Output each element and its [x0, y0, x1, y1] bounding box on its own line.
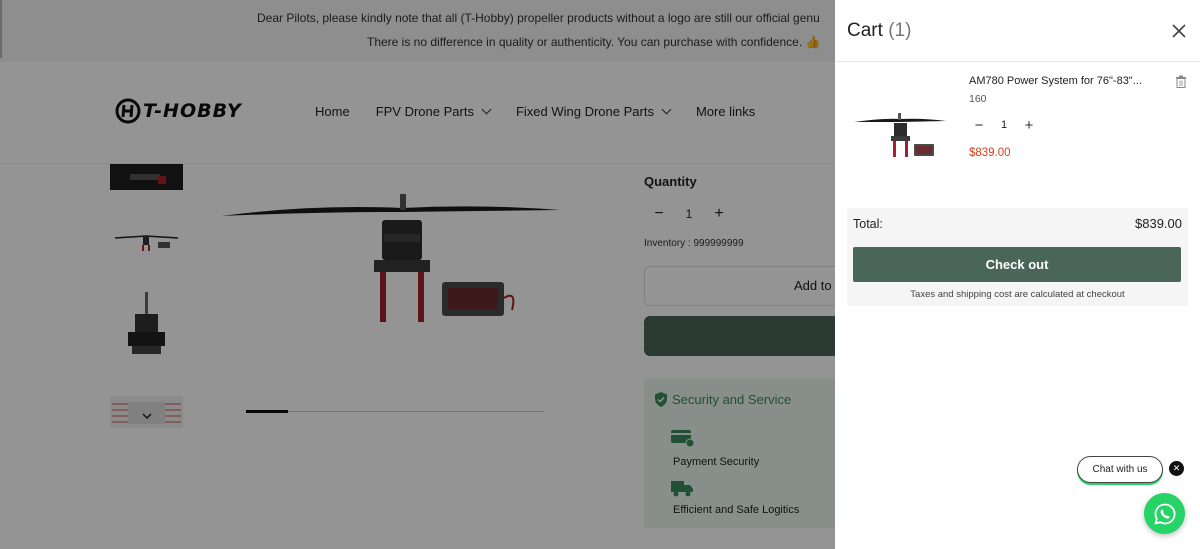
total-label: Total:	[853, 217, 883, 231]
tax-note: Taxes and shipping cost are calculated a…	[910, 289, 1125, 300]
cart-item-minus-button[interactable]: −	[967, 117, 991, 134]
cart-item-quantity[interactable]: 1	[991, 119, 1017, 131]
cart-item-price: $839.00	[969, 147, 1011, 159]
cart-item-name[interactable]: AM780 Power System for 76"-83"...	[969, 75, 1164, 87]
cart-summary: Total: $839.00 Check out Taxes and shipp…	[847, 208, 1188, 306]
chat-with-us-bubble[interactable]: Chat with us	[1077, 456, 1163, 483]
cart-title: Cart (1)	[847, 20, 911, 42]
close-icon[interactable]	[1170, 22, 1188, 40]
cart-count: (1)	[888, 20, 912, 41]
checkout-button[interactable]: Check out	[853, 247, 1181, 282]
page-dim-overlay[interactable]	[0, 0, 835, 549]
cart-header: Cart (1)	[835, 0, 1200, 62]
cart-item-variant: 160	[969, 93, 987, 105]
trash-icon[interactable]	[1175, 75, 1187, 88]
whatsapp-icon	[1153, 503, 1175, 525]
cart-item-plus-button[interactable]: +	[1017, 117, 1041, 134]
total-value: $839.00	[1135, 216, 1182, 231]
cart-item-image[interactable]	[852, 112, 948, 162]
chat-close-icon[interactable]: ✕	[1169, 461, 1184, 476]
cart-title-text: Cart	[847, 20, 883, 41]
whatsapp-chat-button[interactable]	[1144, 493, 1185, 534]
cart-item-quantity-stepper: − 1 +	[967, 114, 1041, 136]
